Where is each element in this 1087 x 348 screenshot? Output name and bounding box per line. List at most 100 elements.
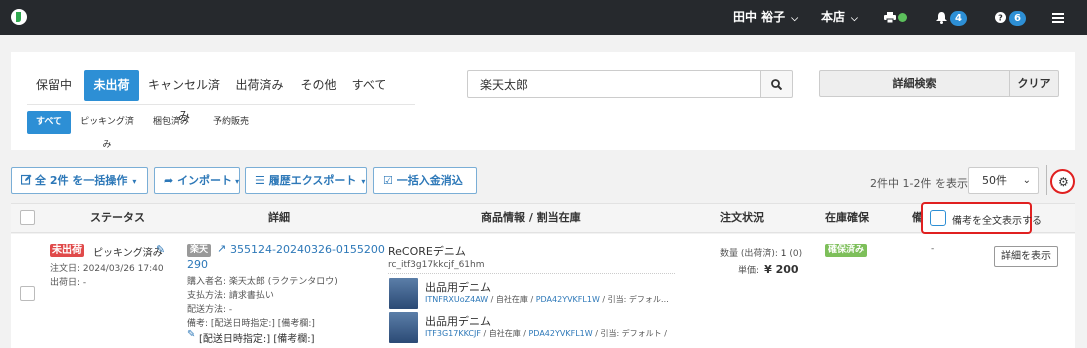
chevron-down-icon: ⌵ [851,14,858,24]
col-product: 商品情報 / 割当在庫 [481,211,581,224]
import-button[interactable]: ➦ インポート ▾ [154,167,240,194]
tab-unshipped[interactable]: 未出荷 [84,70,139,101]
notification-count-badge: 4 [950,11,967,26]
price-value: ¥ 200 [764,263,799,276]
bell-icon [936,11,947,24]
history-export-label: 履歴エクスポート [268,174,357,187]
ship-date: 出荷日: - [50,278,87,288]
column-settings-button[interactable]: ⚙ [1050,169,1075,194]
row-checkbox[interactable] [20,286,35,301]
table-row: 未出荷 ピッキング済み ✎ 注文日: 2024/03/26 17:40 出荷日:… [11,234,1075,348]
status-text: ピッキング済み [93,248,163,259]
item-pda-link[interactable]: PDA42YVKFL1W [536,295,600,304]
tab-divider [27,104,415,105]
item-location: 自社在庫 [495,295,528,304]
notifications[interactable]: 4 [936,0,967,35]
edit-status-icon[interactable]: ✎ [156,243,165,256]
payment-method: 支払方法: 請求書払い [187,291,274,301]
printer-status[interactable] [884,0,907,35]
search-input[interactable] [467,70,761,98]
edit-memo-icon[interactable]: ✎ [187,329,195,340]
help-icon: ? [995,12,1006,23]
memo-edit-text: [配送日時指定:] [備考欄:] [199,334,315,345]
delivery-method: 配送方法: - [187,305,233,315]
subtab-preorder[interactable]: 予約販売 [205,111,257,134]
order-id-link[interactable]: 355124-20240326-0155200 [230,243,385,256]
bulk-payment-label: 一括入金消込 [396,174,463,187]
printer-icon [884,12,896,24]
item-name: 出品用デニム [425,315,491,328]
subtab-packed[interactable]: 梱包済み [146,111,196,134]
table-header: ステータス 詳細 商品情報 / 割当在庫 注文状況 在庫確保 備 [11,203,1075,233]
subtab-picked[interactable]: ピッキング済み [77,111,137,150]
show-detail-button[interactable]: 詳細を表示 [994,246,1058,267]
bulk-payment-button[interactable]: ☑ 一括入金消込 [373,167,477,194]
product-thumbnail [389,278,418,309]
select-all-checkbox[interactable] [20,210,35,225]
user-menu[interactable]: 田中 裕子 ⌵ [733,0,798,35]
order-id-link-cont[interactable]: 290 [187,258,208,271]
product-divider [388,273,675,274]
col-stock: 在庫確保 [825,211,869,224]
help-menu[interactable]: ? 6 [995,0,1026,35]
gear-icon: ⚙ [1058,175,1069,189]
item-allocation-suffix: / 引当: デフォルト / [595,329,667,338]
tab-cancelled[interactable]: キャンセル済み [144,70,224,123]
subtab-all[interactable]: すべて [27,111,71,134]
item-allocation: ITNFRXUoZ4AW / 自社在庫 / PDA42YVKFL1W / 引当:… [425,295,669,304]
caret-down-icon: ▾ [235,177,240,186]
tab-other[interactable]: その他 [296,70,341,101]
share-icon: ➦ [164,174,174,187]
tab-all[interactable]: すべて [348,70,390,101]
hamburger-menu-icon[interactable] [1052,0,1064,35]
col-order-status: 注文状況 [720,211,764,224]
app-logo-icon[interactable] [10,8,28,26]
col-detail: 詳細 [268,211,290,224]
buyer-name: 購入者名: 楽天太郎 (ラクテンタロウ) [187,277,338,287]
list-icon: ☰ [255,174,265,187]
item-pda-link[interactable]: PDA42YVKFL1W [528,329,592,338]
show-full-remarks-checkbox[interactable] [930,210,946,226]
filter-panel: 保留中 未出荷 キャンセル済み 出荷済み その他 すべて すべて ピッキング済み… [11,52,1075,150]
result-count: 2件中 1-2件 を表示 [870,177,968,190]
product-name: ReCOREデニム [388,245,466,258]
clear-button[interactable]: クリア [1009,70,1059,97]
remarks-value: - [931,244,935,254]
show-full-remarks-label[interactable]: 備考を全文表示する [952,212,1042,227]
shop-tag: 楽天 [187,244,212,257]
help-count-badge: 6 [1009,11,1026,26]
store-menu[interactable]: 本店 ⌵ [821,0,858,35]
import-label: インポート [177,174,233,187]
order-date: 注文日: 2024/03/26 17:40 [50,264,164,274]
advanced-search-button[interactable]: 詳細検索 [819,70,1010,97]
external-link-icon: ↗ [217,242,227,255]
item-code-link[interactable]: ITNFRXUoZ4AW [425,295,488,304]
stock-status-badge: 確保済み [825,244,868,257]
per-page-select[interactable]: 50件 ⌄ [968,167,1039,194]
item-allocation: ITF3G17KKCJF / 自社在庫 / PDA42YVKFL1W / 引当:… [425,329,667,338]
tab-on-hold[interactable]: 保留中 [29,70,79,101]
chevron-down-icon: ⌄ [1022,175,1031,186]
status-badge: 未出荷 [50,244,84,257]
chevron-down-icon: ⌵ [791,14,799,24]
tab-shipped[interactable]: 出荷済み [231,70,288,101]
search-icon [771,79,782,90]
search-button[interactable] [760,70,793,98]
history-export-button[interactable]: ☰ 履歴エクスポート ▾ [245,167,367,194]
printer-online-dot [898,13,907,22]
user-name: 田中 裕子 [733,10,786,24]
toolbar-divider [1046,165,1047,195]
caret-down-icon: ▾ [361,177,366,186]
bulk-action-label: 全 2件 を一括操作 [35,174,128,187]
price-label: 単価: [738,266,760,276]
bulk-action-button[interactable]: 全 2件 を一括操作 ▾ [11,167,148,194]
col-status: ステータス [90,211,145,224]
check-square-icon: ☑ [383,174,393,187]
store-name: 本店 [821,10,846,24]
caret-down-icon: ▾ [132,177,137,186]
product-code: rc_itf3g17kkcjf_61hm [388,260,485,270]
per-page-value: 50件 [982,174,1007,187]
item-code-link[interactable]: ITF3G17KKCJF [425,329,481,338]
svg-text:?: ? [998,14,1003,23]
unit-price: 単価: ¥ 200 [738,258,799,277]
